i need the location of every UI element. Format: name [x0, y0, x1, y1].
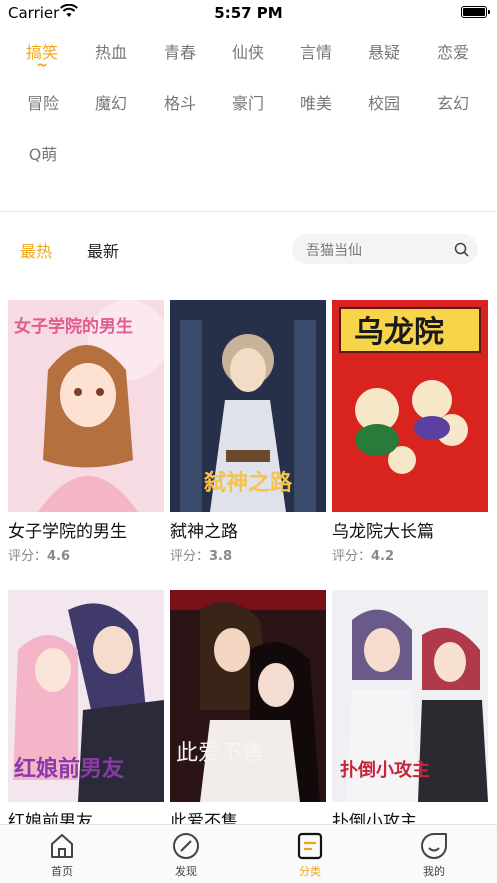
genre-item[interactable]: 唯美: [282, 91, 350, 117]
comic-score: 评分：4.6: [8, 545, 164, 564]
comic-card[interactable]: 此爱不售 此爱不售: [170, 590, 326, 832]
genre-item[interactable]: 言情: [282, 40, 350, 66]
genre-filter: 搞笑 热血 青春 仙侠 言情 悬疑 恋爱 冒险 魔幻 格斗 豪门 唯美 校园 玄…: [0, 30, 497, 210]
sort-hot-button[interactable]: 最热: [20, 238, 52, 262]
score-label: 评分：: [8, 549, 48, 564]
score-label: 评分：: [332, 549, 372, 564]
comic-card[interactable]: 红娘前男友 红娘前男友: [8, 590, 164, 832]
tab-profile[interactable]: 我的: [404, 831, 464, 879]
comic-title[interactable]: 弑神之路: [170, 517, 326, 542]
profile-icon: [421, 833, 447, 859]
score-label: 评分：: [170, 549, 210, 564]
genre-label: 搞笑: [25, 43, 58, 62]
category-icon: [297, 832, 323, 860]
clock: 5:57 PM: [214, 4, 283, 22]
status-bar: Carrier 5:57 PM: [0, 0, 497, 26]
comic-card[interactable]: 扑倒小攻主 扑倒小攻主: [332, 590, 488, 832]
sort-bar: 最热 最新 吾猫当仙: [0, 232, 497, 266]
genre-item[interactable]: 恋爱: [419, 40, 487, 66]
battery-icon: [461, 6, 490, 18]
compass-icon: [173, 833, 199, 859]
active-indicator-icon: [37, 63, 47, 67]
cover-title: 此爱不售: [176, 741, 264, 766]
search-placeholder: 吾猫当仙: [306, 243, 362, 259]
search-input[interactable]: 吾猫当仙: [292, 234, 478, 264]
comic-cover[interactable]: 红娘前男友: [8, 590, 164, 802]
score-value: 4.2: [371, 549, 395, 564]
tab-category[interactable]: 分类: [280, 831, 340, 879]
genre-item[interactable]: 冒险: [9, 91, 77, 117]
comic-cover[interactable]: 弑神之路: [170, 300, 326, 512]
home-icon: [51, 834, 73, 858]
tab-label: 我的: [423, 865, 445, 878]
comic-cover[interactable]: 此爱不售: [170, 590, 326, 802]
comic-card[interactable]: 弑神之路 弑神之路 评分：3.8: [170, 300, 326, 564]
genre-item[interactable]: 玄幻: [419, 91, 487, 117]
comic-score: 评分：4.2: [332, 545, 488, 564]
cover-title: 扑倒小攻主: [340, 759, 430, 781]
sort-new-button[interactable]: 最新: [87, 238, 119, 262]
genre-item[interactable]: 魔幻: [77, 91, 145, 117]
genre-item[interactable]: 悬疑: [350, 40, 418, 66]
genre-item[interactable]: 校园: [350, 91, 418, 117]
genre-item[interactable]: 搞笑: [8, 40, 76, 67]
comic-title[interactable]: 乌龙院大长篇: [332, 517, 488, 542]
genre-item[interactable]: 豪门: [214, 91, 282, 117]
genre-item[interactable]: 格斗: [146, 91, 214, 117]
comic-card[interactable]: 女子学院的男生 女子学院的男生 评分：4.6: [8, 300, 164, 564]
cover-title: 女子学院的男生: [14, 316, 133, 337]
comic-score: 评分：3.8: [170, 545, 326, 564]
genre-item[interactable]: Q萌: [9, 142, 77, 168]
tab-label: 发现: [175, 865, 197, 878]
genre-item[interactable]: 热血: [77, 40, 145, 66]
tab-home[interactable]: 首页: [32, 831, 92, 879]
section-divider: [0, 211, 497, 212]
genre-item[interactable]: 青春: [146, 40, 214, 66]
cover-title: 乌龙院: [354, 315, 444, 350]
tab-label: 首页: [51, 865, 73, 878]
comic-card[interactable]: 乌龙院 乌龙院大长篇 评分：4.2: [332, 300, 488, 564]
comic-title[interactable]: 女子学院的男生: [8, 517, 164, 542]
genre-item[interactable]: 仙侠: [214, 40, 282, 66]
search-icon[interactable]: [454, 242, 469, 257]
comic-cover[interactable]: 乌龙院: [332, 300, 488, 512]
cover-title: 红娘前男友: [14, 756, 124, 782]
cover-title: 弑神之路: [203, 470, 293, 496]
comic-cover[interactable]: 女子学院的男生: [8, 300, 164, 512]
comic-cover[interactable]: 扑倒小攻主: [332, 590, 488, 802]
tab-label: 分类: [299, 865, 321, 878]
score-value: 3.8: [209, 549, 233, 564]
bottom-tab-bar: 首页 发现 分类 我的: [0, 824, 497, 883]
tab-discover[interactable]: 发现: [156, 831, 216, 879]
score-value: 4.6: [47, 549, 71, 564]
